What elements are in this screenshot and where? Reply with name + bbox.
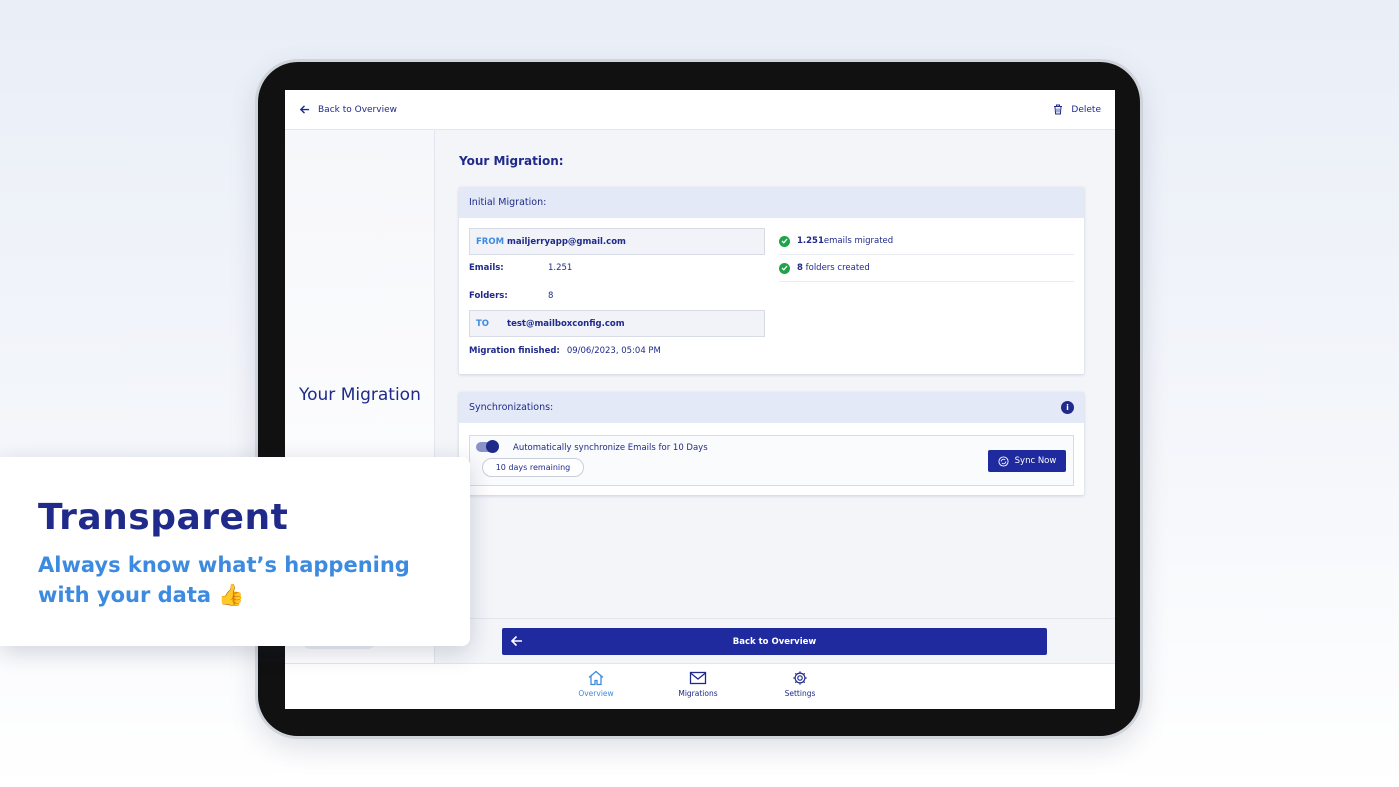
- toggle-knob: [486, 440, 499, 453]
- finished-value: 09/06/2023, 05:04 PM: [566, 346, 661, 356]
- auto-sync-row: Automatically synchronize Emails for 10 …: [469, 435, 1074, 486]
- info-icon[interactable]: i: [1061, 401, 1074, 414]
- auto-sync-toggle[interactable]: [476, 440, 499, 453]
- initial-migration-header: Initial Migration:: [459, 187, 1084, 218]
- synchronizations-title: Synchronizations:: [469, 402, 554, 413]
- back-to-overview-button-label: Back to Overview: [732, 636, 817, 647]
- stat-emails-text: emails migrated: [823, 236, 894, 246]
- emails-row: Emails: 1.251: [469, 263, 572, 273]
- back-to-overview-button[interactable]: Back to Overview: [502, 628, 1047, 655]
- trash-icon: [1054, 104, 1063, 115]
- tab-settings-label: Settings: [784, 689, 816, 698]
- from-email: mailjerryapp@gmail.com: [507, 236, 626, 247]
- initial-migration-title: Initial Migration:: [469, 197, 547, 208]
- folders-value: 8: [548, 291, 554, 301]
- back-to-overview-link[interactable]: Back to Overview: [299, 104, 397, 115]
- gear-icon: [793, 671, 807, 685]
- tab-overview[interactable]: Overview: [561, 670, 631, 698]
- main-content: Your Migration: Initial Migration: FROM …: [436, 130, 1115, 663]
- stat-folders-created: 8 folders created: [779, 255, 1074, 282]
- sidebar-title: Your Migration: [299, 385, 421, 405]
- stat-folders-count: 8: [797, 263, 803, 273]
- delete-button[interactable]: Delete: [1053, 104, 1101, 115]
- bottom-action-area: Back to Overview: [436, 618, 1115, 663]
- tab-migrations-label: Migrations: [678, 689, 718, 698]
- auto-sync-label: Automatically synchronize Emails for 10 …: [513, 443, 708, 453]
- synchronizations-header: Synchronizations: i: [459, 392, 1084, 423]
- sync-now-button[interactable]: Sync Now: [988, 450, 1066, 472]
- callout-subtitle: Always know what’s happening with your d…: [38, 553, 410, 607]
- synchronizations-card: Synchronizations: i Automatically synchr…: [459, 392, 1084, 495]
- days-remaining-badge: 10 days remaining: [482, 458, 584, 477]
- initial-migration-card: Initial Migration: FROM mailjerryapp@gma…: [459, 187, 1084, 374]
- back-to-overview-label: Back to Overview: [318, 104, 397, 115]
- from-tag: FROM: [476, 236, 505, 247]
- feature-callout-card: Transparent Always know what’s happening…: [0, 457, 470, 646]
- top-bar: Back to Overview Delete: [285, 90, 1115, 130]
- stat-emails-migrated: 1.251emails migrated: [779, 228, 1074, 255]
- stat-folders-text: folders created: [805, 263, 870, 273]
- tab-overview-label: Overview: [578, 689, 614, 698]
- check-circle-icon: [779, 262, 790, 274]
- home-icon: [588, 670, 604, 686]
- to-tag: TO: [476, 318, 490, 329]
- sync-icon: [998, 455, 1009, 467]
- tab-migrations[interactable]: Migrations: [663, 670, 733, 698]
- to-address-box: TO test@mailboxconfig.com: [469, 310, 765, 337]
- sync-now-label: Sync Now: [1014, 456, 1057, 466]
- stat-emails-count: 1.251: [797, 236, 824, 246]
- mail-icon: [689, 671, 707, 685]
- page-title: Your Migration:: [459, 154, 564, 168]
- from-address-box: FROM mailjerryapp@gmail.com: [469, 228, 765, 255]
- callout-title: Transparent: [38, 497, 289, 538]
- tab-settings[interactable]: Settings: [765, 670, 835, 698]
- finished-label: Migration finished:: [469, 346, 560, 356]
- folders-label: Folders:: [469, 291, 508, 301]
- folders-row: Folders: 8: [469, 291, 553, 301]
- to-email: test@mailboxconfig.com: [507, 318, 625, 329]
- finished-row: Migration finished: 09/06/2023, 05:04 PM: [469, 346, 661, 356]
- arrow-left-icon: [299, 105, 310, 114]
- arrow-left-icon: [510, 635, 522, 647]
- emails-label: Emails:: [469, 263, 504, 273]
- emails-value: 1.251: [548, 263, 573, 273]
- delete-label: Delete: [1071, 104, 1101, 115]
- check-circle-icon: [779, 235, 790, 247]
- bottom-tab-bar: Overview Migrations Settings: [285, 663, 1115, 709]
